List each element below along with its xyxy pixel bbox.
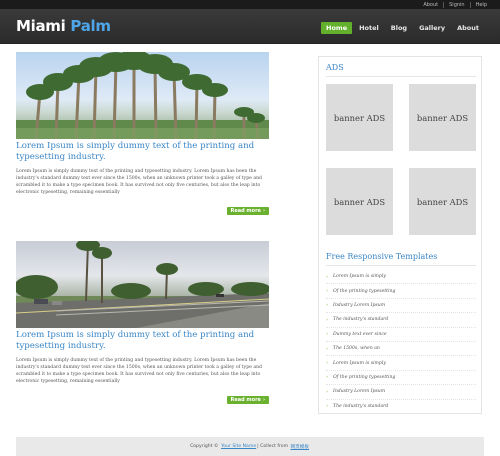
post-title[interactable]: Lorem Ipsum is simply dummy text of the … <box>16 330 269 352</box>
chevron-right-icon: › <box>326 388 328 395</box>
arrow-right-icon: › <box>262 397 265 403</box>
list-item-label: The 1500s, when an <box>333 346 380 352</box>
top-utility-bar: About Signin Help <box>0 0 500 9</box>
banner-ad[interactable]: banner ADS <box>326 168 393 235</box>
logo-part-1: Miami <box>16 17 66 35</box>
site-footer: Copyright © Your Site Name | Collect fro… <box>16 437 484 456</box>
list-item-label: Of the printing typesetting <box>333 374 396 380</box>
post-excerpt: Lorem Ipsum is simply dummy text of the … <box>16 358 262 384</box>
list-item[interactable]: › Industry Lorem Ipsum <box>326 385 476 400</box>
nav-gallery[interactable]: Gallery <box>414 22 450 34</box>
site-logo[interactable]: Miami Palm <box>16 17 111 35</box>
blog-post: Lorem Ipsum is simply dummy text of the … <box>16 241 269 404</box>
list-item-label: Industry Lorem Ipsum <box>333 389 386 395</box>
nav-home[interactable]: Home <box>321 22 353 34</box>
sidebar: ADS banner ADS banner ADS banner ADS ban… <box>318 56 482 414</box>
list-item[interactable]: › Of the printing typesetting <box>326 284 476 299</box>
list-item[interactable]: › Lorem Ipsum is simply <box>326 270 476 285</box>
chevron-right-icon: › <box>326 331 328 338</box>
list-item[interactable]: › Lorem Ipsum is simply <box>326 356 476 371</box>
nav-blog[interactable]: Blog <box>386 22 412 34</box>
list-item[interactable]: › Dummy text ever since <box>326 328 476 342</box>
post-image-road <box>16 241 269 328</box>
divider <box>326 265 476 266</box>
list-item-label: Dummy text ever since <box>333 331 387 337</box>
post-image-palm-trees <box>16 52 269 139</box>
main-nav: Home Hotel Blog Gallery About <box>321 22 484 34</box>
site-header: Miami Palm Home Hotel Blog Gallery About <box>0 9 500 44</box>
banner-ad[interactable]: banner ADS <box>409 84 476 151</box>
read-more-button[interactable]: Read more › <box>226 207 269 215</box>
blog-post: Lorem Ipsum is simply dummy text of the … <box>16 52 269 215</box>
ads-heading: ADS <box>326 63 344 72</box>
chevron-right-icon: › <box>326 360 328 367</box>
banner-ad[interactable]: banner ADS <box>326 84 393 151</box>
list-item-label: The industry's standard <box>333 403 389 409</box>
chevron-right-icon: › <box>326 273 328 280</box>
list-item-label: Lorem Ipsum is simply <box>333 360 386 366</box>
logo-part-2: Palm <box>70 17 111 35</box>
top-links: About Signin Help <box>418 0 492 9</box>
chevron-right-icon: › <box>326 374 328 381</box>
chevron-right-icon: › <box>326 316 328 323</box>
templates-heading: Free Responsive Templates <box>326 252 438 261</box>
top-link-about[interactable]: About <box>418 2 443 8</box>
list-item[interactable]: › The 1500s, when an <box>326 342 476 357</box>
read-more-button[interactable]: Read more › <box>226 396 269 404</box>
list-item[interactable]: › Of the printing typesetting <box>326 371 476 386</box>
top-link-signin[interactable]: Signin <box>443 1 469 8</box>
list-item-label: The industry's standard <box>333 317 389 323</box>
chevron-right-icon: › <box>326 345 328 352</box>
chevron-right-icon: › <box>326 288 328 295</box>
divider <box>326 76 476 77</box>
chevron-right-icon: › <box>326 302 328 309</box>
collect-from-link[interactable]: 网页模板 <box>291 444 309 450</box>
list-item-label: Of the printing typesetting <box>333 288 396 294</box>
site-name-link[interactable]: Your Site Name <box>221 444 256 449</box>
read-more-label: Read more <box>230 208 261 214</box>
banner-ad[interactable]: banner ADS <box>409 168 476 235</box>
footer-collect-text: | Collect from <box>257 444 289 449</box>
chevron-right-icon: › <box>326 403 328 410</box>
list-item-label: Lorem Ipsum is simply <box>333 274 386 280</box>
copyright-text: Copyright © <box>190 444 219 449</box>
list-item-label: Industry Lorem Ipsum <box>333 302 386 308</box>
templates-list: › Lorem Ipsum is simply › Of the printing … <box>326 270 476 414</box>
list-item[interactable]: › The industry's standard <box>326 313 476 328</box>
list-item[interactable]: › Industry Lorem Ipsum <box>326 299 476 314</box>
arrow-right-icon: › <box>262 208 265 214</box>
nav-hotel[interactable]: Hotel <box>354 22 384 34</box>
post-title[interactable]: Lorem Ipsum is simply dummy text of the … <box>16 141 269 163</box>
nav-about[interactable]: About <box>452 22 484 34</box>
read-more-label: Read more <box>230 397 261 403</box>
post-excerpt: Lorem Ipsum is simply dummy text of the … <box>16 169 262 195</box>
top-link-help[interactable]: Help <box>469 1 492 8</box>
list-item[interactable]: › The industry's standard <box>326 400 476 414</box>
